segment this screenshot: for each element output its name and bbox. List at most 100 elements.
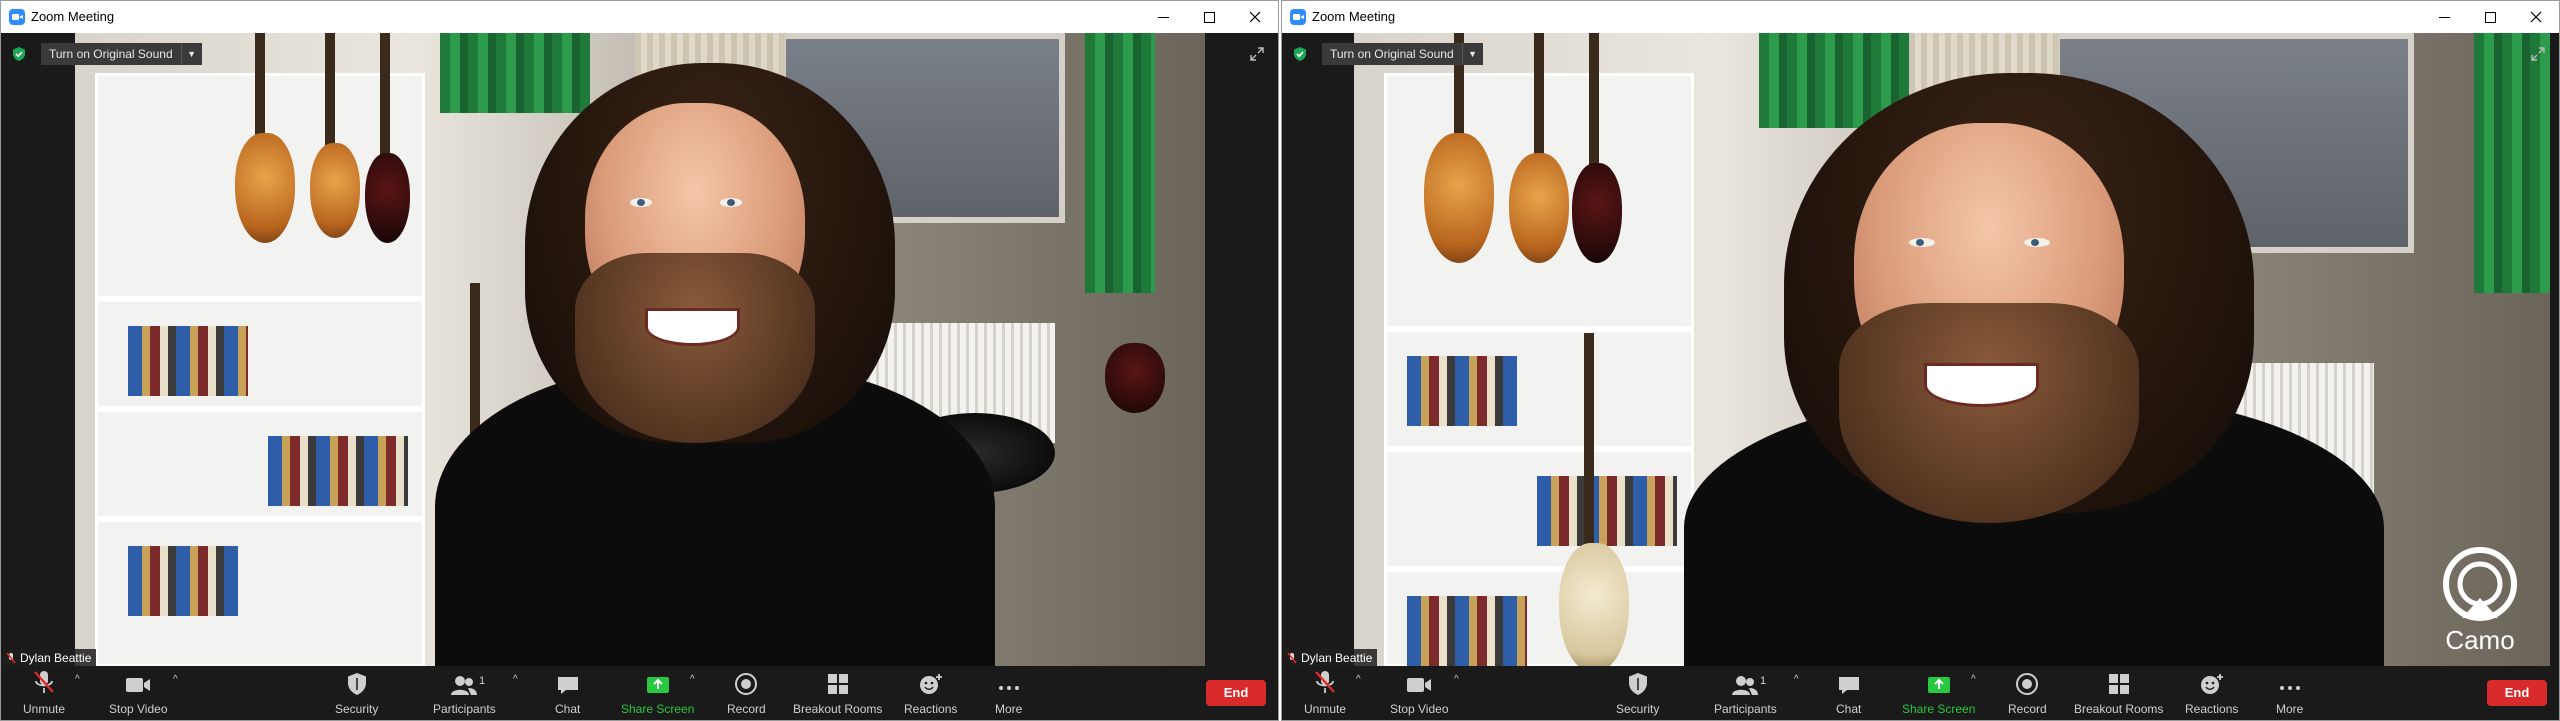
close-button[interactable] (1232, 1, 1278, 33)
video-camera-icon (126, 678, 151, 692)
camo-watermark: Camo (2437, 546, 2523, 655)
security-button[interactable]: Security (1616, 666, 1659, 720)
chat-bubble-icon (557, 677, 578, 694)
participants-options-caret[interactable]: ^ (1794, 674, 1799, 685)
reactions-label: Reactions (2185, 702, 2239, 716)
electric-guitar (310, 143, 360, 238)
drum (1105, 343, 1165, 413)
maximize-icon (1203, 12, 1215, 23)
more-dots-icon (2279, 686, 2300, 690)
chat-button[interactable]: Chat (1836, 666, 1861, 720)
share-options-caret[interactable]: ^ (1971, 674, 1976, 685)
security-label: Security (335, 702, 379, 716)
original-sound-button[interactable]: Turn on Original Sound (1322, 43, 1463, 65)
maximize-button[interactable] (1186, 1, 1232, 33)
window-title: Zoom Meeting (1312, 9, 1396, 24)
minimize-button[interactable] (1140, 1, 1186, 33)
original-sound-control: Turn on Original Sound ▼ (1292, 42, 1483, 66)
stop-video-label: Stop Video (1390, 702, 1449, 716)
close-icon (2530, 11, 2542, 23)
unmute-button[interactable]: Unmute (23, 666, 65, 720)
participants-count: 1 (479, 675, 486, 687)
audio-options-caret[interactable]: ^ (75, 674, 80, 685)
video-options-caret[interactable]: ^ (173, 674, 178, 685)
participant-name: Dylan Beattie (20, 651, 92, 665)
more-button[interactable]: More (995, 666, 1022, 720)
muted-microphone-icon (34, 671, 54, 693)
reactions-smiley-icon (919, 674, 942, 694)
original-sound-button[interactable]: Turn on Original Sound (41, 43, 182, 65)
original-sound-menu-button[interactable]: ▼ (1462, 43, 1483, 65)
meeting-toolbar: Unmute ^ Stop Video ^ Security Participa… (1282, 666, 2559, 720)
reactions-smiley-icon (2200, 674, 2223, 694)
unmute-label: Unmute (23, 702, 66, 716)
participants-label: Participants (433, 702, 496, 716)
chat-bubble-icon (1838, 677, 1859, 694)
share-screen-button[interactable]: Share Screen (621, 666, 694, 720)
share-options-caret[interactable]: ^ (690, 674, 695, 685)
video-area: Turn on Original Sound ▼ Camo Dylan Beat… (1282, 33, 2559, 667)
participants-count: 1 (1760, 675, 1767, 687)
record-icon (2016, 673, 2039, 695)
zoom-window-left: Zoom Meeting Turn on Original Sound ▼ Dy… (0, 0, 1279, 721)
reactions-button[interactable]: Reactions (2185, 666, 2238, 720)
breakout-rooms-button[interactable]: Breakout Rooms (793, 666, 882, 720)
fullscreen-icon[interactable] (2529, 45, 2547, 63)
acoustic-guitar (235, 133, 295, 243)
title-bar[interactable]: Zoom Meeting (1, 1, 1278, 33)
guitar-neck (1584, 333, 1594, 553)
reactions-label: Reactions (904, 702, 958, 716)
acoustic-guitar (1424, 133, 1494, 263)
reactions-button[interactable]: Reactions (904, 666, 957, 720)
more-label: More (995, 702, 1023, 716)
stop-video-button[interactable]: Stop Video (109, 666, 168, 720)
guitar-neck (255, 33, 265, 143)
more-button[interactable]: More (2276, 666, 2303, 720)
share-screen-button[interactable]: Share Screen (1902, 666, 1975, 720)
record-label: Record (727, 702, 766, 716)
maximize-button[interactable] (2467, 1, 2513, 33)
close-button[interactable] (2513, 1, 2559, 33)
record-button[interactable]: Record (2008, 666, 2047, 720)
green-curtain (2474, 33, 2550, 293)
participants-button[interactable]: Participants (1714, 666, 1777, 720)
meeting-toolbar: Unmute ^ Stop Video ^ Security Participa… (1, 666, 1278, 720)
security-button[interactable]: Security (335, 666, 378, 720)
breakout-rooms-button[interactable]: Breakout Rooms (2074, 666, 2163, 720)
stop-video-label: Stop Video (109, 702, 168, 716)
participants-icon (451, 676, 478, 695)
camo-watermark-text: Camo (2445, 625, 2515, 655)
green-curtain (1085, 33, 1155, 293)
record-button[interactable]: Record (727, 666, 766, 720)
more-dots-icon (998, 686, 1019, 690)
maximize-icon (2484, 12, 2496, 23)
camo-logo-icon (2443, 547, 2517, 621)
video-options-caret[interactable]: ^ (1454, 674, 1459, 685)
participants-icon (1732, 676, 1759, 695)
unmute-button[interactable]: Unmute (1304, 666, 1346, 720)
electric-guitar (1509, 153, 1569, 263)
zoom-logo-icon (9, 9, 25, 25)
breakout-rooms-label: Breakout Rooms (793, 702, 883, 716)
title-bar[interactable]: Zoom Meeting (1282, 1, 2559, 33)
video-area: Turn on Original Sound ▼ Dylan Beattie (1, 33, 1278, 667)
participants-label: Participants (1714, 702, 1777, 716)
participants-options-caret[interactable]: ^ (513, 674, 518, 685)
audio-options-caret[interactable]: ^ (1356, 674, 1361, 685)
participants-button[interactable]: Participants (433, 666, 496, 720)
chat-button[interactable]: Chat (555, 666, 580, 720)
minimize-icon (2438, 17, 2450, 18)
participant-nametag: Dylan Beattie (1284, 649, 1378, 667)
original-sound-menu-button[interactable]: ▼ (181, 43, 202, 65)
minimize-icon (1157, 17, 1169, 18)
guitar-neck (1534, 33, 1544, 163)
chat-label: Chat (555, 702, 581, 716)
breakout-rooms-icon (827, 674, 848, 694)
minimize-button[interactable] (2421, 1, 2467, 33)
record-icon (735, 673, 758, 695)
window-title: Zoom Meeting (31, 9, 115, 24)
end-meeting-button[interactable]: End (1206, 680, 1266, 706)
fullscreen-icon[interactable] (1248, 45, 1266, 63)
stop-video-button[interactable]: Stop Video (1390, 666, 1449, 720)
end-meeting-button[interactable]: End (2487, 680, 2547, 706)
